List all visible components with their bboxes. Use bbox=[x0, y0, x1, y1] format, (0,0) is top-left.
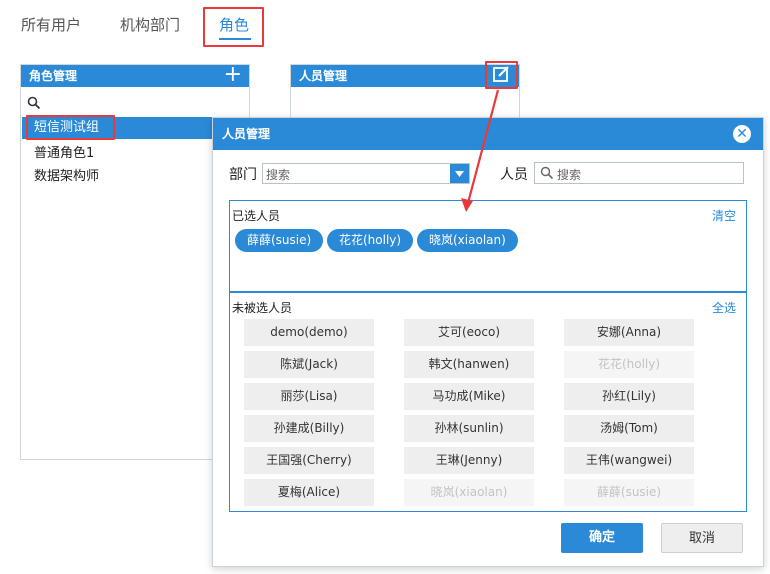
role-panel-header: 角色管理 + bbox=[21, 64, 249, 87]
candidate-person[interactable]: 孙林(sunlin) bbox=[404, 415, 534, 442]
candidate-person[interactable]: 汤姆(Tom) bbox=[564, 415, 694, 442]
person-label: 人员 bbox=[500, 167, 528, 183]
candidate-person: 薛薛(susie) bbox=[564, 479, 694, 506]
unselected-people-box: 未被选人员 全选 demo(demo) 艾可(eoco) 安娜(Anna) 陈斌(Ja… bbox=[229, 292, 747, 512]
member-panel-title: 人员管理 bbox=[299, 69, 348, 83]
candidate-person[interactable]: 安娜(Anna) bbox=[564, 319, 694, 346]
person-search-input[interactable]: 搜索 bbox=[534, 162, 744, 184]
annotation-highlight-edit bbox=[485, 61, 518, 89]
dept-label: 部门 bbox=[229, 167, 257, 183]
candidate-person[interactable]: 王琳(Jenny) bbox=[404, 447, 534, 474]
candidate-person[interactable]: 艾可(eoco) bbox=[404, 319, 534, 346]
member-dialog: 人员管理 ✕ 部门 搜索 人员 搜索 已选人员 清空 薛薛(susie) 花花(… bbox=[212, 117, 764, 567]
dialog-title: 人员管理 bbox=[222, 127, 271, 141]
candidate-person[interactable]: demo(demo) bbox=[244, 319, 374, 346]
confirm-button[interactable]: 确定 bbox=[561, 523, 643, 553]
search-icon bbox=[27, 96, 41, 110]
selected-people-box: 已选人员 清空 薛薛(susie) 花花(holly) 晓岚(xiaolan) bbox=[229, 200, 747, 292]
candidate-person[interactable]: 马功成(Mike) bbox=[404, 383, 534, 410]
candidate-person: 花花(holly) bbox=[564, 351, 694, 378]
person-placeholder: 搜索 bbox=[557, 168, 582, 182]
chevron-down-icon[interactable] bbox=[450, 164, 469, 183]
search-icon bbox=[540, 166, 554, 180]
selected-person-chip[interactable]: 花花(holly) bbox=[327, 229, 414, 252]
candidate-person[interactable]: 韩文(hanwen) bbox=[404, 351, 534, 378]
role-panel-title: 角色管理 bbox=[29, 69, 78, 83]
selected-person-chip[interactable]: 薛薛(susie) bbox=[235, 229, 324, 252]
dept-placeholder: 搜索 bbox=[266, 168, 291, 182]
selected-title: 已选人员 bbox=[232, 209, 281, 223]
selected-person-chip[interactable]: 晓岚(xiaolan) bbox=[417, 229, 518, 252]
clear-all-link[interactable]: 清空 bbox=[712, 207, 736, 224]
candidate-person[interactable]: 王国强(Cherry) bbox=[244, 447, 374, 474]
role-search[interactable] bbox=[25, 93, 245, 111]
candidate-person: 晓岚(xiaolan) bbox=[404, 479, 534, 506]
plus-icon[interactable]: + bbox=[224, 64, 242, 86]
unselected-title: 未被选人员 bbox=[232, 301, 293, 315]
tab-departments[interactable]: 机构部门 bbox=[120, 14, 180, 35]
close-icon[interactable]: ✕ bbox=[733, 125, 751, 143]
candidate-person[interactable]: 陈斌(Jack) bbox=[244, 351, 374, 378]
dialog-header: 人员管理 bbox=[213, 118, 763, 150]
candidate-person[interactable]: 孙建成(Billy) bbox=[244, 415, 374, 442]
cancel-button[interactable]: 取消 bbox=[661, 523, 743, 553]
select-all-link[interactable]: 全选 bbox=[712, 299, 736, 316]
annotation-highlight-role bbox=[26, 115, 115, 140]
annotation-highlight-tab bbox=[203, 7, 264, 47]
candidate-person[interactable]: 王伟(wangwei) bbox=[564, 447, 694, 474]
dept-select[interactable]: 搜索 bbox=[262, 163, 470, 184]
tab-all-users[interactable]: 所有用户 bbox=[21, 14, 81, 35]
candidate-person[interactable]: 丽莎(Lisa) bbox=[244, 383, 374, 410]
candidate-person[interactable]: 孙红(Lily) bbox=[564, 383, 694, 410]
candidate-person[interactable]: 夏梅(Alice) bbox=[244, 479, 374, 506]
